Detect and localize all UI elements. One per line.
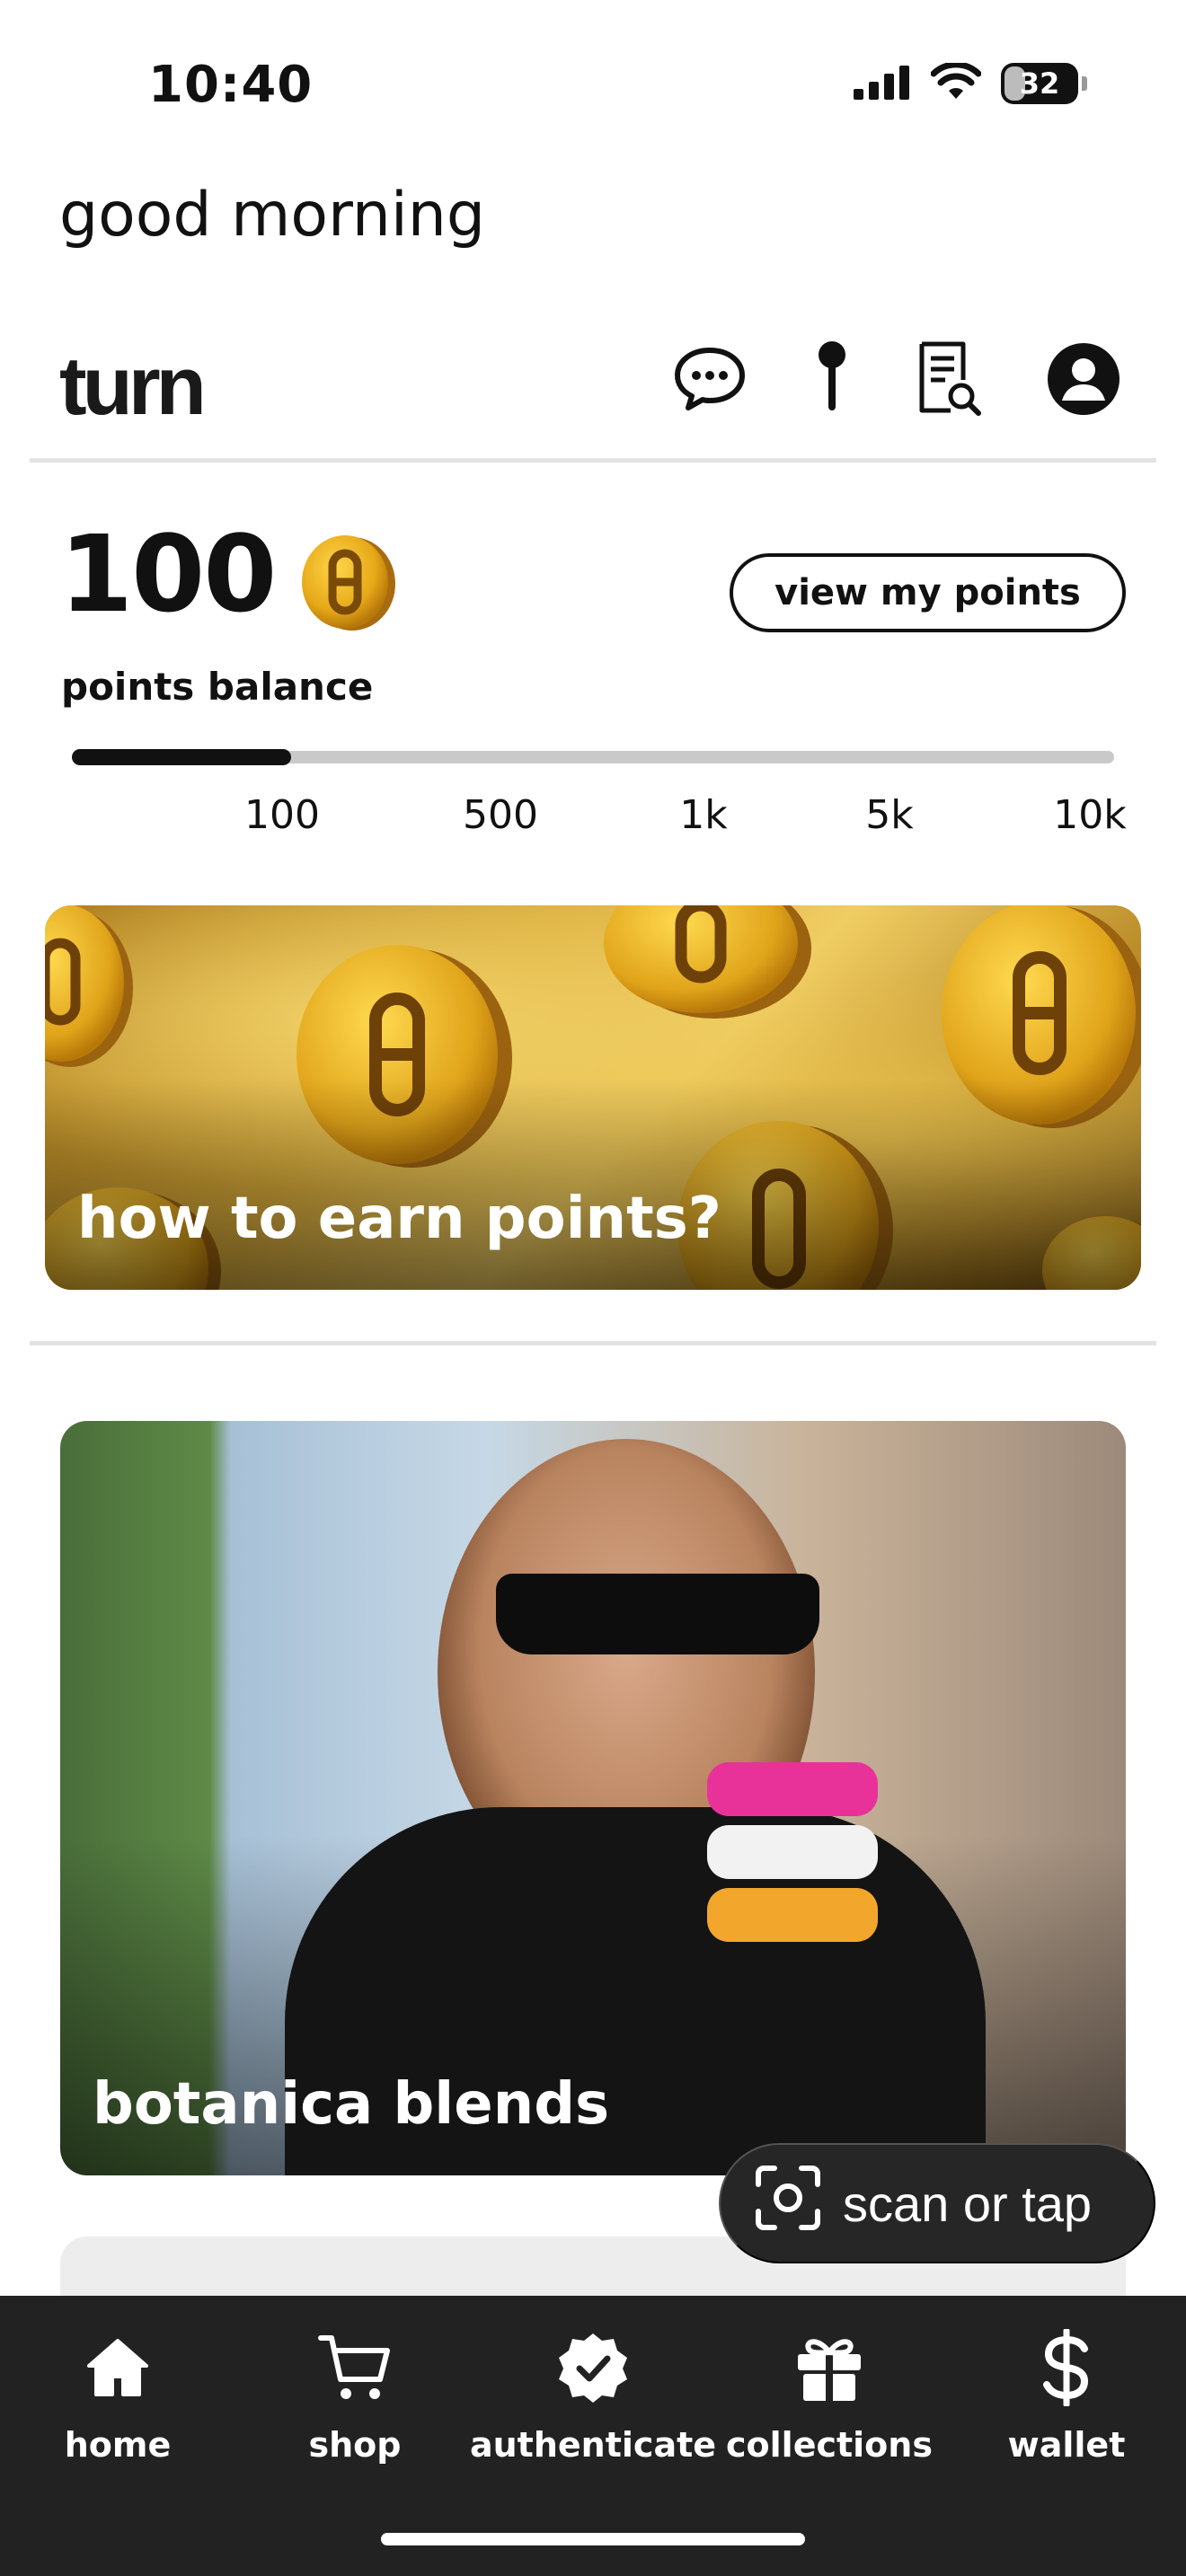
scan-or-tap-label: scan or tap <box>843 2175 1093 2232</box>
cart-icon <box>317 2323 393 2413</box>
location-pin-icon[interactable] <box>787 334 877 424</box>
nav-item-collections[interactable]: collections <box>712 2323 946 2465</box>
progress-tick-100: 100 <box>244 792 320 838</box>
account-icon[interactable] <box>1039 334 1128 424</box>
points-coin-icon <box>296 532 397 636</box>
earn-points-title: how to earn points? <box>77 1186 721 1252</box>
turn-logo[interactable]: turn <box>59 340 207 434</box>
progress-tick-10k: 10k <box>1053 792 1127 838</box>
botanica-blends-banner[interactable]: botanica blends <box>60 1421 1126 2175</box>
points-progress-track <box>72 749 1114 765</box>
home-indicator[interactable] <box>381 2533 805 2545</box>
model-photo-wristbands <box>707 1762 878 1951</box>
nav-label-home: home <box>64 2425 172 2465</box>
chat-bubble-icon[interactable] <box>665 334 755 424</box>
nav-label-collections: collections <box>726 2425 933 2465</box>
greeting: good morning <box>59 180 486 251</box>
section-divider <box>30 1341 1156 1345</box>
model-photo-sunglasses <box>496 1574 819 1654</box>
wifi-icon <box>930 61 982 104</box>
view-my-points-button[interactable]: view my points <box>730 553 1126 632</box>
battery-icon: 32 <box>1001 63 1078 104</box>
app-header: turn <box>0 323 1186 458</box>
points-progress-fill <box>72 749 291 765</box>
battery-level: 32 <box>1019 66 1060 101</box>
white-wristband <box>707 1825 878 1879</box>
botanica-blends-title: botanica blends <box>93 2071 610 2138</box>
battery-tip <box>1082 76 1087 91</box>
header-divider <box>30 458 1156 463</box>
dollar-icon <box>1041 2323 1092 2413</box>
scan-or-tap-button[interactable]: scan or tap <box>719 2143 1155 2263</box>
nav-item-authenticate[interactable]: authenticate <box>470 2323 716 2465</box>
points-balance-label: points balance <box>61 665 374 709</box>
progress-tick-1k: 1k <box>679 792 728 838</box>
verified-badge-icon <box>555 2323 631 2413</box>
nav-item-home[interactable]: home <box>1 2323 235 2465</box>
status-time: 10:40 <box>148 56 314 114</box>
home-icon <box>85 2323 150 2413</box>
gift-icon <box>792 2323 866 2413</box>
nav-label-authenticate: authenticate <box>469 2425 717 2465</box>
orange-wristband <box>707 1888 878 1942</box>
earn-points-banner[interactable]: how to earn points? <box>45 905 1141 1290</box>
nav-label-shop: shop <box>308 2425 402 2465</box>
receipt-search-icon[interactable] <box>904 334 994 424</box>
pink-wristband <box>707 1762 878 1816</box>
cellular-signal-icon <box>854 64 911 103</box>
progress-tick-500: 500 <box>463 792 538 838</box>
nav-item-shop[interactable]: shop <box>238 2323 472 2465</box>
nav-item-wallet[interactable]: wallet <box>950 2323 1183 2465</box>
points-balance-value: 100 <box>59 512 277 636</box>
status-bar: 10:40 32 <box>0 0 1186 171</box>
banner-shade <box>45 1078 1141 1290</box>
nav-label-wallet: wallet <box>1007 2425 1126 2465</box>
progress-tick-5k: 5k <box>865 792 914 838</box>
status-icons: 32 <box>854 61 1087 104</box>
scan-icon <box>755 2165 821 2243</box>
